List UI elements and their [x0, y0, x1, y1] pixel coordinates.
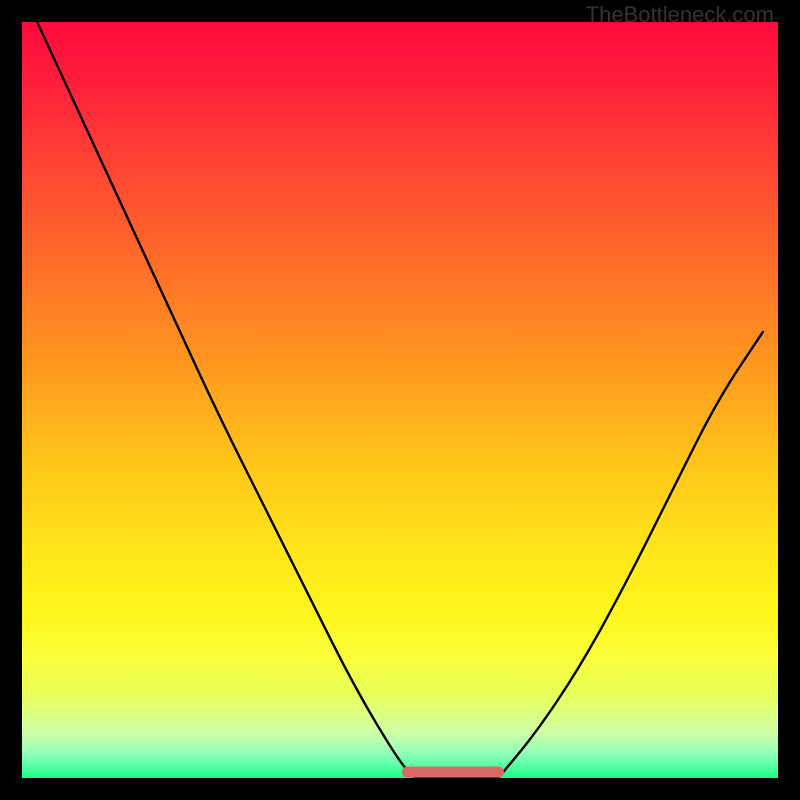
bottleneck-curve: [37, 22, 763, 778]
curve-layer: [22, 22, 778, 778]
floor-endpoint-right-icon: [493, 767, 504, 778]
floor-endpoint-left-icon: [402, 767, 413, 778]
chart-frame: TheBottleneck.com: [0, 0, 800, 800]
plot-area: [22, 22, 778, 778]
